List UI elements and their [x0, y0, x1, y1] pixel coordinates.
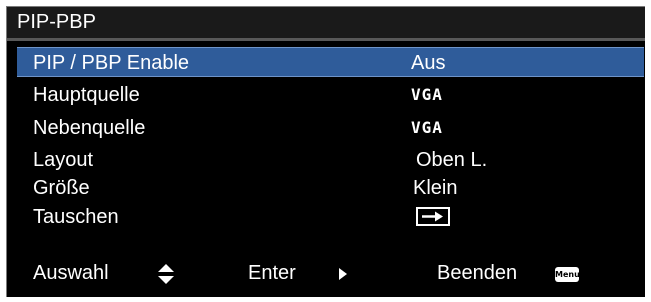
menu-item-label: Hauptquelle — [33, 84, 140, 106]
menu-button-icon: Menu — [555, 267, 580, 282]
menu-item-pip-pbp-enable[interactable]: PIP / PBP Enable Aus — [17, 47, 644, 77]
footer-hints: Auswahl Enter Beenden Menu — [7, 255, 645, 291]
menu-item-value: VGA — [411, 118, 443, 137]
select-hint-label: Auswahl — [33, 262, 109, 284]
menu-item-label: PIP / PBP Enable — [33, 52, 190, 74]
menu-item-groesse[interactable]: Größe Klein — [17, 173, 644, 203]
exit-hint-label: Beenden — [437, 262, 518, 284]
menu-title: PIP-PBP — [7, 7, 645, 41]
menu-item-label: Größe — [33, 177, 90, 199]
enter-hint-label: Enter — [248, 262, 296, 284]
menu-item-layout[interactable]: Layout Oben L. — [17, 145, 644, 175]
menu-item-value: Klein — [413, 177, 458, 199]
menu-item-tauschen[interactable]: Tauschen — [17, 202, 644, 232]
swap-arrow-icon — [416, 207, 450, 226]
menu-item-label: Layout — [33, 149, 94, 171]
osd-menu-panel: PIP-PBP PIP / PBP Enable Aus Hauptquelle… — [6, 6, 645, 297]
up-down-arrows-icon — [157, 263, 175, 290]
menu-item-label: Tauschen — [33, 206, 119, 228]
menu-item-value: Oben L. — [416, 149, 488, 171]
menu-item-value: VGA — [411, 85, 443, 104]
menu-item-value: Aus — [411, 52, 446, 74]
menu-item-nebenquelle[interactable]: Nebenquelle VGA — [17, 113, 644, 143]
right-triangle-icon — [338, 267, 348, 286]
menu-item-hauptquelle[interactable]: Hauptquelle VGA — [17, 80, 644, 110]
menu-item-label: Nebenquelle — [33, 117, 146, 139]
